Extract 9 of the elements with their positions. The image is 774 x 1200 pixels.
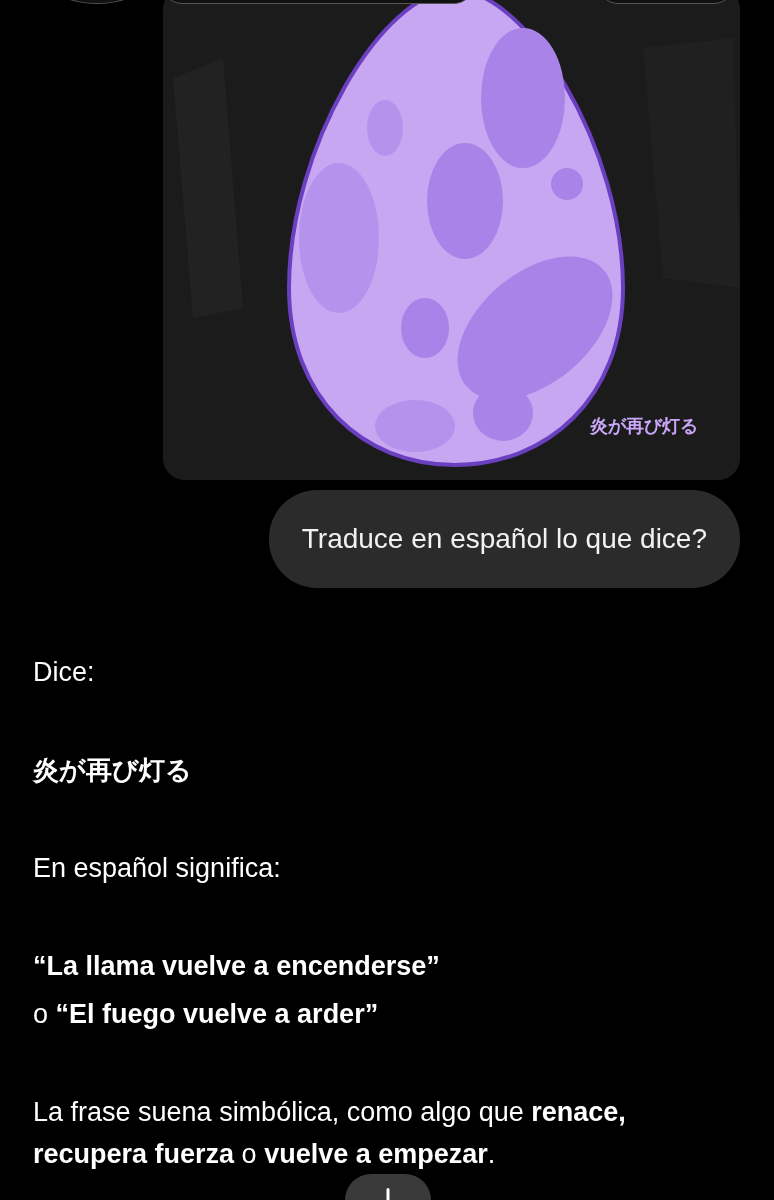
response-text: Dice: xyxy=(33,656,96,689)
response-text: La frase suena simbólica, como algo que renace, recupera fuerza o vuelve a empezar. xyxy=(33,1096,627,1171)
response-text: 炎が再び灯る xyxy=(33,754,193,787)
scroll-down-button[interactable] xyxy=(345,1174,431,1200)
user-message: Traduce en español lo que dice? xyxy=(268,490,740,588)
image-caption: 炎が再び灯る xyxy=(590,416,698,436)
response-text: o “El fuego vuelve a arder” xyxy=(33,998,380,1031)
response-text: “La llama vuelve a encenderse” xyxy=(33,950,441,983)
response-text: En español significa: xyxy=(33,852,282,885)
